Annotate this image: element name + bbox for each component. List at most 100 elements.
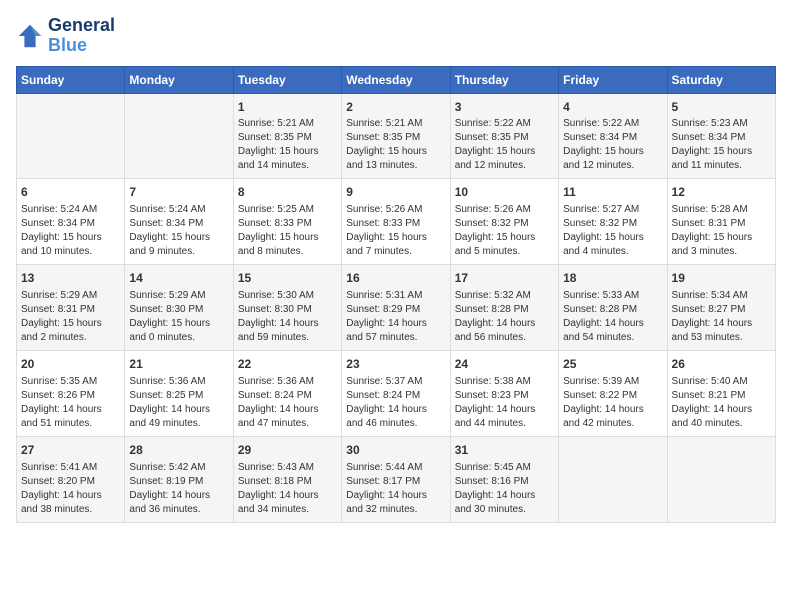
day-info: Sunrise: 5:22 AM Sunset: 8:35 PM Dayligh… (455, 117, 554, 173)
calendar-cell: 26 Sunrise: 5:40 AM Sunset: 8:21 PM Dayli… (667, 350, 775, 436)
day-info: Sunrise: 5:34 AM Sunset: 8:27 PM Dayligh… (672, 289, 771, 345)
day-number: 30 (346, 442, 445, 459)
logo: GeneralBlue (16, 16, 115, 56)
day-info: Sunrise: 5:41 AM Sunset: 8:20 PM Dayligh… (21, 461, 120, 517)
day-header-friday: Friday (559, 66, 667, 93)
calendar-week-5: 27 Sunrise: 5:41 AM Sunset: 8:20 PM Dayli… (17, 436, 776, 522)
logo-icon (16, 22, 44, 50)
calendar-cell: 9 Sunrise: 5:26 AM Sunset: 8:33 PM Daylig… (342, 179, 450, 265)
day-header-tuesday: Tuesday (233, 66, 341, 93)
day-info: Sunrise: 5:28 AM Sunset: 8:31 PM Dayligh… (672, 203, 771, 259)
day-number: 6 (21, 184, 120, 201)
calendar-cell: 15 Sunrise: 5:30 AM Sunset: 8:30 PM Dayli… (233, 265, 341, 351)
calendar-cell: 25 Sunrise: 5:39 AM Sunset: 8:22 PM Dayli… (559, 350, 667, 436)
day-info: Sunrise: 5:21 AM Sunset: 8:35 PM Dayligh… (346, 117, 445, 173)
calendar-cell: 13 Sunrise: 5:29 AM Sunset: 8:31 PM Dayli… (17, 265, 125, 351)
day-info: Sunrise: 5:45 AM Sunset: 8:16 PM Dayligh… (455, 461, 554, 517)
day-info: Sunrise: 5:42 AM Sunset: 8:19 PM Dayligh… (129, 461, 228, 517)
day-number: 23 (346, 356, 445, 373)
calendar-cell: 21 Sunrise: 5:36 AM Sunset: 8:25 PM Dayli… (125, 350, 233, 436)
day-number: 25 (563, 356, 662, 373)
day-info: Sunrise: 5:33 AM Sunset: 8:28 PM Dayligh… (563, 289, 662, 345)
calendar-cell: 27 Sunrise: 5:41 AM Sunset: 8:20 PM Dayli… (17, 436, 125, 522)
day-info: Sunrise: 5:21 AM Sunset: 8:35 PM Dayligh… (238, 117, 337, 173)
calendar-cell: 24 Sunrise: 5:38 AM Sunset: 8:23 PM Dayli… (450, 350, 558, 436)
day-number: 14 (129, 270, 228, 287)
calendar-cell: 18 Sunrise: 5:33 AM Sunset: 8:28 PM Dayli… (559, 265, 667, 351)
calendar-cell: 28 Sunrise: 5:42 AM Sunset: 8:19 PM Dayli… (125, 436, 233, 522)
day-number: 11 (563, 184, 662, 201)
calendar-cell: 3Sunrise: 5:22 AM Sunset: 8:35 PM Daylig… (450, 93, 558, 179)
day-number: 10 (455, 184, 554, 201)
day-number: 2 (346, 99, 445, 116)
calendar-cell (667, 436, 775, 522)
day-info: Sunrise: 5:32 AM Sunset: 8:28 PM Dayligh… (455, 289, 554, 345)
day-info: Sunrise: 5:26 AM Sunset: 8:32 PM Dayligh… (455, 203, 554, 259)
day-info: Sunrise: 5:22 AM Sunset: 8:34 PM Dayligh… (563, 117, 662, 173)
day-header-wednesday: Wednesday (342, 66, 450, 93)
page-header: GeneralBlue (16, 16, 776, 56)
calendar-cell: 12Sunrise: 5:28 AM Sunset: 8:31 PM Dayli… (667, 179, 775, 265)
day-number: 19 (672, 270, 771, 287)
calendar-cell (17, 93, 125, 179)
calendar-cell: 14 Sunrise: 5:29 AM Sunset: 8:30 PM Dayli… (125, 265, 233, 351)
day-info: Sunrise: 5:26 AM Sunset: 8:33 PM Dayligh… (346, 203, 445, 259)
day-number: 28 (129, 442, 228, 459)
day-number: 5 (672, 99, 771, 116)
calendar-cell: 19 Sunrise: 5:34 AM Sunset: 8:27 PM Dayli… (667, 265, 775, 351)
calendar-cell: 1Sunrise: 5:21 AM Sunset: 8:35 PM Daylig… (233, 93, 341, 179)
calendar-cell: 22Sunrise: 5:36 AM Sunset: 8:24 PM Dayli… (233, 350, 341, 436)
day-number: 15 (238, 270, 337, 287)
calendar-cell: 29 Sunrise: 5:43 AM Sunset: 8:18 PM Dayli… (233, 436, 341, 522)
calendar-cell: 30 Sunrise: 5:44 AM Sunset: 8:17 PM Dayli… (342, 436, 450, 522)
day-number: 22 (238, 356, 337, 373)
calendar-week-1: 1Sunrise: 5:21 AM Sunset: 8:35 PM Daylig… (17, 93, 776, 179)
calendar-cell: 2Sunrise: 5:21 AM Sunset: 8:35 PM Daylig… (342, 93, 450, 179)
day-info: Sunrise: 5:43 AM Sunset: 8:18 PM Dayligh… (238, 461, 337, 517)
calendar-cell: 5Sunrise: 5:23 AM Sunset: 8:34 PM Daylig… (667, 93, 775, 179)
day-header-thursday: Thursday (450, 66, 558, 93)
calendar-cell: 23 Sunrise: 5:37 AM Sunset: 8:24 PM Dayli… (342, 350, 450, 436)
day-number: 9 (346, 184, 445, 201)
calendar-cell: 17 Sunrise: 5:32 AM Sunset: 8:28 PM Dayli… (450, 265, 558, 351)
day-header-saturday: Saturday (667, 66, 775, 93)
day-number: 18 (563, 270, 662, 287)
day-info: Sunrise: 5:25 AM Sunset: 8:33 PM Dayligh… (238, 203, 337, 259)
day-info: Sunrise: 5:40 AM Sunset: 8:21 PM Dayligh… (672, 375, 771, 431)
day-info: Sunrise: 5:37 AM Sunset: 8:24 PM Dayligh… (346, 375, 445, 431)
calendar-header: SundayMondayTuesdayWednesdayThursdayFrid… (17, 66, 776, 93)
day-info: Sunrise: 5:31 AM Sunset: 8:29 PM Dayligh… (346, 289, 445, 345)
calendar-cell: 8 Sunrise: 5:25 AM Sunset: 8:33 PM Daylig… (233, 179, 341, 265)
day-info: Sunrise: 5:38 AM Sunset: 8:23 PM Dayligh… (455, 375, 554, 431)
calendar-cell: 10 Sunrise: 5:26 AM Sunset: 8:32 PM Dayli… (450, 179, 558, 265)
day-info: Sunrise: 5:27 AM Sunset: 8:32 PM Dayligh… (563, 203, 662, 259)
day-number: 8 (238, 184, 337, 201)
calendar-cell (559, 436, 667, 522)
day-header-sunday: Sunday (17, 66, 125, 93)
calendar-cell (125, 93, 233, 179)
day-info: Sunrise: 5:36 AM Sunset: 8:25 PM Dayligh… (129, 375, 228, 431)
day-number: 27 (21, 442, 120, 459)
day-number: 26 (672, 356, 771, 373)
day-info: Sunrise: 5:29 AM Sunset: 8:30 PM Dayligh… (129, 289, 228, 345)
day-number: 7 (129, 184, 228, 201)
day-number: 13 (21, 270, 120, 287)
calendar-week-2: 6 Sunrise: 5:24 AM Sunset: 8:34 PM Daylig… (17, 179, 776, 265)
calendar-cell: 11 Sunrise: 5:27 AM Sunset: 8:32 PM Dayli… (559, 179, 667, 265)
day-number: 29 (238, 442, 337, 459)
day-info: Sunrise: 5:39 AM Sunset: 8:22 PM Dayligh… (563, 375, 662, 431)
day-number: 24 (455, 356, 554, 373)
calendar-cell: 6 Sunrise: 5:24 AM Sunset: 8:34 PM Daylig… (17, 179, 125, 265)
day-number: 21 (129, 356, 228, 373)
day-number: 31 (455, 442, 554, 459)
day-info: Sunrise: 5:29 AM Sunset: 8:31 PM Dayligh… (21, 289, 120, 345)
day-info: Sunrise: 5:24 AM Sunset: 8:34 PM Dayligh… (129, 203, 228, 259)
day-header-monday: Monday (125, 66, 233, 93)
day-info: Sunrise: 5:30 AM Sunset: 8:30 PM Dayligh… (238, 289, 337, 345)
calendar-cell: 16Sunrise: 5:31 AM Sunset: 8:29 PM Dayli… (342, 265, 450, 351)
day-number: 17 (455, 270, 554, 287)
day-info: Sunrise: 5:24 AM Sunset: 8:34 PM Dayligh… (21, 203, 120, 259)
day-number: 20 (21, 356, 120, 373)
calendar-week-3: 13 Sunrise: 5:29 AM Sunset: 8:31 PM Dayli… (17, 265, 776, 351)
day-info: Sunrise: 5:44 AM Sunset: 8:17 PM Dayligh… (346, 461, 445, 517)
